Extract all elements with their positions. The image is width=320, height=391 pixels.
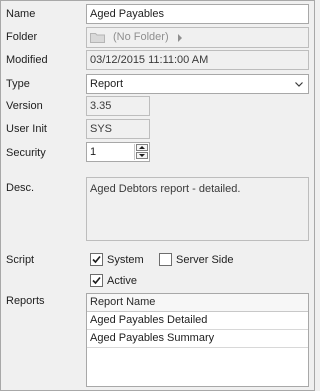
name-label: Name [6,8,36,20]
version-label: Version [6,100,43,112]
checkmark-icon [92,255,101,264]
name-field[interactable]: Aged Payables [86,4,309,24]
type-dropdown[interactable]: Report [86,74,309,94]
chevron-right-icon [178,34,182,42]
spin-down-icon[interactable] [136,152,148,159]
type-label: Type [6,78,30,90]
active-checkbox[interactable] [90,274,103,287]
active-checkbox-label: Active [107,275,137,287]
checkmark-icon [92,276,101,285]
version-field: 3.35 [86,96,150,116]
security-label: Security [6,147,46,159]
folder-value: (No Folder) [113,31,169,43]
report-properties-panel: Name Aged Payables Folder (No Folder) Mo… [0,0,315,391]
folder-selector[interactable]: (No Folder) [86,27,309,48]
security-spinner [134,144,148,160]
modified-label: Modified [6,54,48,66]
user-init-label: User Init [6,123,47,135]
table-row[interactable]: Aged Payables Summary [87,330,308,348]
security-stepper[interactable]: 1 [86,142,150,162]
security-value: 1 [90,146,97,158]
reports-grid[interactable]: Report Name Aged Payables Detailed Aged … [86,293,309,387]
server-side-checkbox[interactable] [159,253,172,266]
type-value: Report [90,78,124,90]
chevron-down-icon [295,82,303,87]
system-checkbox-label: System [107,254,144,266]
modified-field: 03/12/2015 11:11:00 AM [86,50,309,70]
column-header-report-name[interactable]: Report Name [87,294,308,312]
table-row[interactable]: Aged Payables Detailed [87,312,308,330]
desc-label: Desc. [6,182,35,194]
description-field: Aged Debtors report - detailed. [86,177,309,241]
system-checkbox[interactable] [90,253,103,266]
user-init-field: SYS [86,119,150,139]
spin-up-icon[interactable] [136,144,148,151]
reports-label: Reports [6,295,45,307]
folder-label: Folder [6,31,38,43]
script-label: Script [6,254,35,266]
server-side-checkbox-label: Server Side [176,254,234,266]
folder-icon [90,33,105,43]
